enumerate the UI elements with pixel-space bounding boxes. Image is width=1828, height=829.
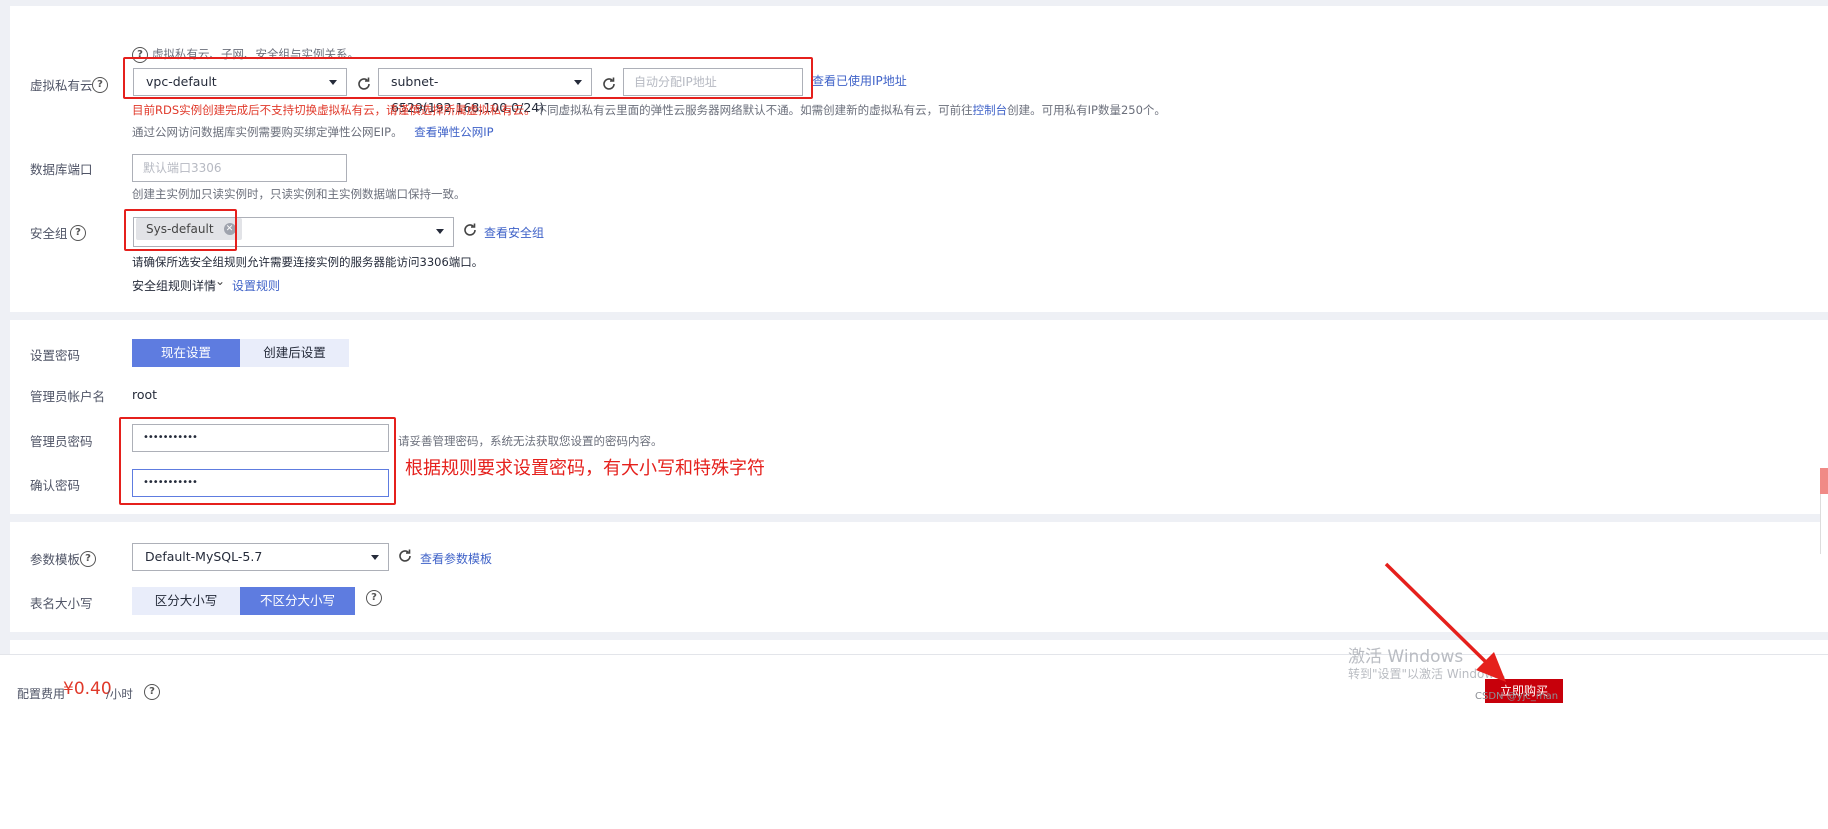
vpc-label: 虚拟私有云 <box>30 78 93 93</box>
admin-account-value: root <box>132 387 158 402</box>
set-now-button[interactable]: 现在设置 <box>132 339 240 367</box>
console-link[interactable]: 控制台 <box>973 103 1008 117</box>
chevron-down-icon <box>436 229 444 234</box>
annotation-box-security-group <box>124 209 237 251</box>
footer-bar: 配置费用 ¥0.40 /小时 ? 激活 Windows 转到"设置"以激活 Wi… <box>0 647 1828 829</box>
cost-help-icon[interactable]: ? <box>144 683 160 700</box>
password-note: 请妥善管理密码，系统无法获取您设置的密码内容。 <box>398 434 663 448</box>
db-port-input[interactable]: 默认端口3306 <box>132 154 347 182</box>
chevron-down-icon[interactable]: ⌄ <box>215 274 225 288</box>
port-note: 创建主实例加只读实例时，只读实例和主实例数据端口保持一致。 <box>132 187 466 201</box>
confirm-password-label: 确认密码 <box>30 478 81 493</box>
case-insensitive-button[interactable]: 不区分大小写 <box>240 587 355 615</box>
security-group-help-icon[interactable]: ? <box>70 224 86 241</box>
vpc-help-icon[interactable]: ? <box>92 76 108 93</box>
chevron-down-icon <box>371 555 379 560</box>
view-eip-link[interactable]: 查看弹性公网IP <box>414 125 493 139</box>
admin-password-label: 管理员密码 <box>30 434 93 449</box>
port-label: 数据库端口 <box>30 162 93 177</box>
table-case-label: 表名大小写 <box>30 596 93 611</box>
set-rules-link[interactable]: 设置规则 <box>232 277 280 294</box>
refresh-icon[interactable] <box>397 548 413 564</box>
param-template-label: 参数模板 <box>30 552 81 567</box>
cost-label: 配置费用 <box>17 687 66 701</box>
set-later-button[interactable]: 创建后设置 <box>240 339 349 367</box>
set-password-label: 设置密码 <box>30 348 81 363</box>
annotation-arrow <box>1384 562 1506 682</box>
params-panel: 参数模板 ? Default-MySQL-5.7 查看参数模板 表名大小写 区分… <box>10 522 1828 632</box>
case-sensitive-button[interactable]: 区分大小写 <box>132 587 240 615</box>
view-security-group-link[interactable]: 查看安全组 <box>484 224 544 241</box>
security-rules-label: 安全组规则详情 <box>132 279 217 293</box>
table-case-help-icon[interactable]: ? <box>366 589 382 606</box>
csdn-watermark: CSDN @yjc_man <box>1475 691 1559 702</box>
view-used-ip-link[interactable]: 查看已使用IP地址 <box>812 72 907 89</box>
annotation-box-password <box>119 417 396 505</box>
side-widget[interactable] <box>1820 468 1828 494</box>
param-template-select[interactable]: Default-MySQL-5.7 <box>132 543 389 571</box>
security-group-label: 安全组 <box>30 226 68 241</box>
annotation-box-network <box>123 57 813 99</box>
refresh-icon[interactable] <box>462 222 478 238</box>
cost-unit: /小时 <box>106 687 133 701</box>
side-widget-body <box>1820 494 1828 554</box>
security-group-note: 请确保所选安全组规则允许需要连接实例的服务器能访问3306端口。 <box>132 255 484 269</box>
admin-account-label: 管理员帐户名 <box>30 389 106 404</box>
vpc-warning: 目前RDS实例创建完成后不支持切换虚拟私有云，请谨慎选择所属虚拟私有云。不同虚拟… <box>132 103 1166 117</box>
view-param-template-link[interactable]: 查看参数模板 <box>420 550 492 567</box>
param-template-help-icon[interactable]: ? <box>80 550 96 567</box>
eip-note: 通过公网访问数据库实例需要购买绑定弹性公网EIP。 查看弹性公网IP <box>132 125 494 139</box>
annotation-text: 根据规则要求设置密码，有大小写和特殊字符 <box>405 458 765 479</box>
network-panel: ? 虚拟私有云、子网、安全组与实例关系。 虚拟私有云 ? vpc-default… <box>10 6 1828 312</box>
cost-value: ¥0.40 <box>63 679 112 699</box>
